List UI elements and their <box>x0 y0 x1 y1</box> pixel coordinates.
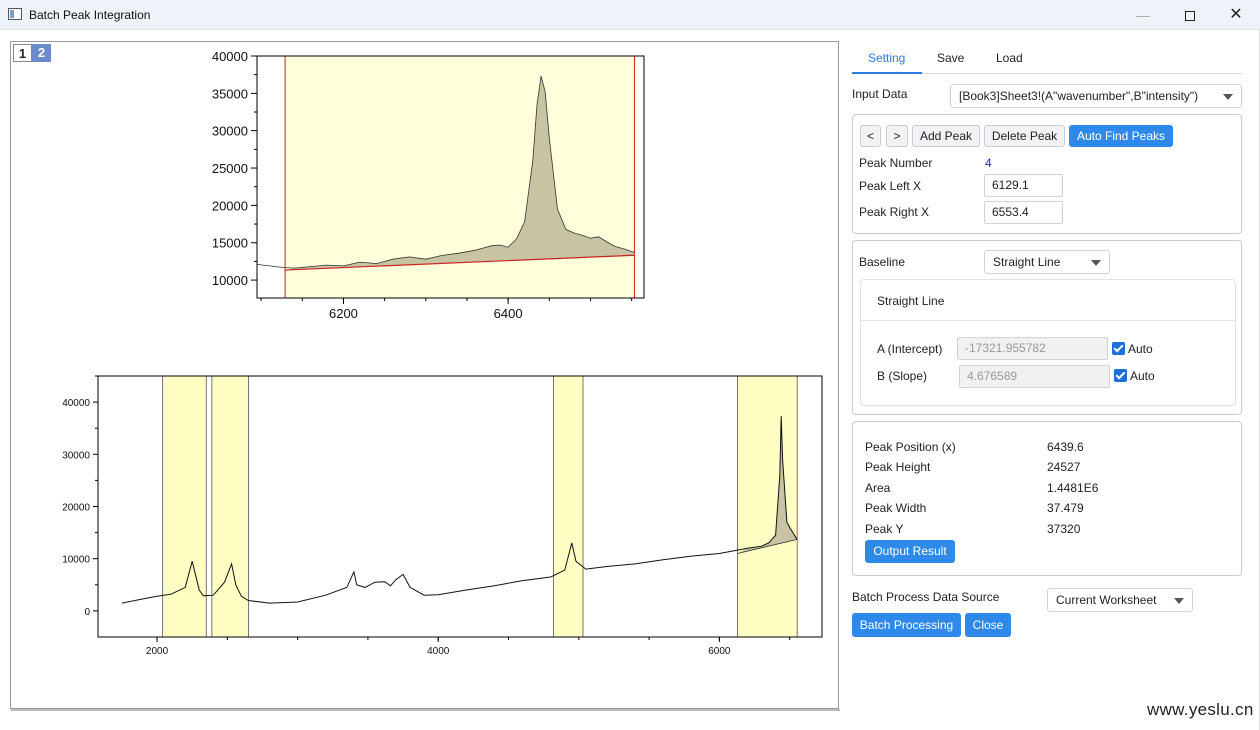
graph-divider <box>11 709 840 711</box>
group-divider <box>861 320 1235 321</box>
add-peak-button[interactable]: Add Peak <box>912 125 980 147</box>
intercept-auto-checkbox[interactable] <box>1112 342 1125 355</box>
auto-find-peaks-button[interactable]: Auto Find Peaks <box>1069 125 1173 147</box>
y-tick-label: 20000 <box>62 503 90 514</box>
area-label: Area <box>865 481 891 495</box>
next-peak-button[interactable]: > <box>886 125 908 147</box>
y-tick-label: 10000 <box>212 273 248 288</box>
close-button[interactable]: Close <box>965 613 1011 637</box>
settings-tabs: Setting Save Load <box>852 48 1243 74</box>
y-tick-label: 30000 <box>62 450 90 461</box>
peak-right-x-input[interactable]: 6553.4 <box>984 201 1063 224</box>
chevron-down-icon <box>1174 598 1184 604</box>
title-bar: Batch Peak Integration — ✕ <box>0 0 1260 30</box>
intercept-auto-label: Auto <box>1128 342 1153 356</box>
batch-processing-button[interactable]: Batch Processing <box>852 613 961 637</box>
x-tick-label: 4000 <box>427 646 450 657</box>
y-tick-label: 40000 <box>212 49 248 64</box>
x-tick-label: 6000 <box>708 646 731 657</box>
straight-line-group: Straight Line A (Intercept) -17321.95578… <box>860 279 1236 406</box>
peak-region[interactable] <box>737 375 798 638</box>
y-tick-label: 35000 <box>212 86 248 101</box>
x-tick-label: 2000 <box>146 646 169 657</box>
chevron-down-icon <box>1091 260 1101 266</box>
peak-region[interactable] <box>211 375 249 638</box>
watermark-text: www.yeslu.cn <box>1147 700 1254 719</box>
close-icon[interactable]: ✕ <box>1213 0 1259 30</box>
results-box: Peak Position (x) 6439.6 Peak Height 245… <box>852 421 1242 576</box>
peak-position-label: Peak Position (x) <box>865 440 956 454</box>
slope-input[interactable]: 4.676589 <box>959 365 1110 388</box>
tab-load[interactable]: Load <box>996 51 1023 65</box>
peak-y-value: 37320 <box>1047 522 1081 536</box>
peak-left-x-input[interactable]: 6129.1 <box>984 174 1063 197</box>
x-tick-label: 6400 <box>494 306 523 321</box>
baseline-dropdown[interactable]: Straight Line <box>984 250 1110 274</box>
baseline-box: Baseline Straight Line Straight Line A (… <box>852 240 1242 415</box>
y-tick-label: 40000 <box>62 398 90 409</box>
y-tick-label: 25000 <box>212 161 248 176</box>
area-value: 1.4481E6 <box>1047 481 1099 495</box>
output-result-button[interactable]: Output Result <box>865 540 955 563</box>
peak-height-value: 24527 <box>1047 460 1081 474</box>
x-tick-label: 6200 <box>329 306 358 321</box>
delete-peak-button[interactable]: Delete Peak <box>984 125 1065 147</box>
prev-peak-button[interactable]: < <box>860 125 881 147</box>
tab-save[interactable]: Save <box>937 51 964 65</box>
minimize-icon[interactable]: — <box>1120 0 1166 30</box>
graph-canvas[interactable]: 40000350003000025000200001500010000 6200… <box>11 42 838 708</box>
peak-region[interactable] <box>162 375 207 638</box>
y-tick-label: 20000 <box>212 198 248 213</box>
peak-height-label: Peak Height <box>865 460 931 474</box>
y-tick-label: 0 <box>84 607 90 618</box>
peak-position-value: 6439.6 <box>1047 440 1084 454</box>
intercept-label: A (Intercept) <box>877 342 943 356</box>
peak-right-x-label: Peak Right X <box>859 205 930 219</box>
y-tick-label: 30000 <box>212 124 248 139</box>
y-tick-label: 10000 <box>62 555 90 566</box>
tab-setting[interactable]: Setting <box>868 51 905 65</box>
peak-settings-box: < > Add Peak Delete Peak Auto Find Peaks… <box>852 114 1242 234</box>
overview-plot: 40000 30000 20000 10000 0 2000 4000 6000 <box>62 375 823 657</box>
peak-number-value: 4 <box>985 156 992 170</box>
peak-width-label: Peak Width <box>865 501 927 515</box>
peak-y-label: Peak Y <box>865 522 904 536</box>
app-window-icon <box>8 8 22 20</box>
maximize-icon[interactable] <box>1167 0 1213 30</box>
peak-width-value: 37.479 <box>1047 501 1084 515</box>
top-zoom-plot: 40000 35000 30000 25000 20000 15000 10000 6200… <box>212 49 645 321</box>
slope-label: B (Slope) <box>877 369 928 383</box>
batch-source-dropdown[interactable]: Current Worksheet <box>1047 588 1193 612</box>
straight-line-group-title: Straight Line <box>877 294 945 308</box>
slope-auto-checkbox[interactable] <box>1114 369 1127 382</box>
input-data-label: Input Data <box>852 87 908 101</box>
baseline-label: Baseline <box>859 255 906 269</box>
input-data-dropdown[interactable]: [Book3]Sheet3!(A"wavenumber",B"intensity… <box>950 84 1242 108</box>
graph-window[interactable]: 1 2 40000 35000 30000 25000 20000 15000 10000 … <box>10 41 840 711</box>
peak-left-x-label: Peak Left X <box>859 179 922 193</box>
intercept-input[interactable]: -17321.955782 <box>957 337 1108 360</box>
settings-panel: Setting Save Load Input Data [Book3]Shee… <box>852 40 1243 660</box>
input-data-value: [Book3]Sheet3!(A"wavenumber",B"intensity… <box>959 89 1199 103</box>
active-tab-indicator <box>852 72 922 74</box>
peak-region[interactable] <box>553 375 584 638</box>
batch-source-label: Batch Process Data Source <box>852 590 1000 604</box>
slope-auto-label: Auto <box>1130 369 1155 383</box>
window-title: Batch Peak Integration <box>29 8 151 22</box>
baseline-value: Straight Line <box>993 255 1061 269</box>
batch-source-value: Current Worksheet <box>1056 593 1157 607</box>
y-tick-label: 15000 <box>212 236 248 251</box>
peak-number-label: Peak Number <box>859 156 933 170</box>
chevron-down-icon <box>1223 94 1233 100</box>
